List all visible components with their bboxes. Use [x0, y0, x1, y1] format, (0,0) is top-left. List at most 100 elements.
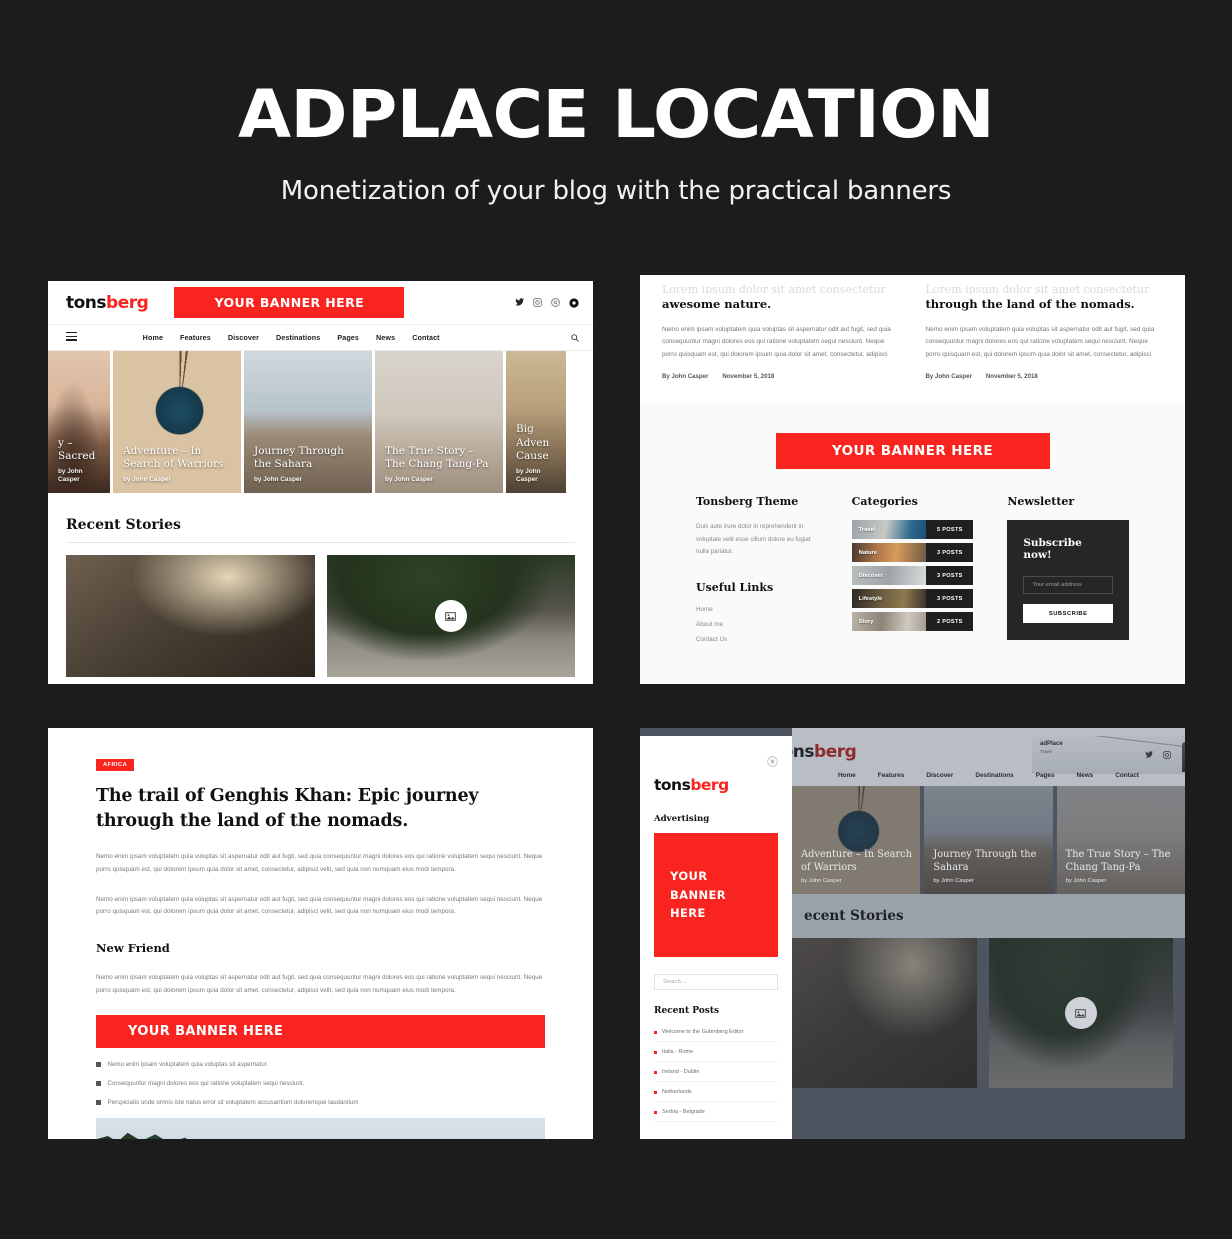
- carousel-slide[interactable]: The True Story – The Chang Tang-Pa by Joh…: [1056, 786, 1185, 894]
- list-item: Perspiciatis unde omnis iste natus error…: [96, 1099, 545, 1106]
- newsletter-email-input[interactable]: Your email address: [1023, 576, 1114, 595]
- category-thumbnail: Travel: [851, 520, 927, 540]
- category-row[interactable]: Story 2 POSTS: [851, 612, 974, 632]
- hamburger-icon[interactable]: [66, 331, 77, 343]
- page-subtitle: Monetization of your blog with the pract…: [280, 176, 952, 206]
- article-subheading: New Friend: [96, 941, 170, 956]
- sidebar-logo[interactable]: tonsberg: [654, 776, 778, 794]
- nav-item-news[interactable]: News: [376, 333, 395, 342]
- article-date: November 5, 2018: [985, 373, 1038, 381]
- category-row[interactable]: Nature 3 POSTS: [851, 543, 974, 563]
- dribbble-icon[interactable]: [551, 298, 560, 307]
- media-image-icon[interactable]: [1064, 997, 1097, 1029]
- story-card[interactable]: [66, 555, 315, 677]
- close-circle-icon[interactable]: [767, 754, 778, 772]
- story-card[interactable]: [792, 938, 977, 1088]
- category-name: Travel: [858, 526, 876, 533]
- nav-item-home[interactable]: Home: [143, 333, 163, 342]
- slide-title: Big Adven Cause: [516, 423, 550, 463]
- bullet-square-icon: [96, 1100, 101, 1105]
- list-item[interactable]: Ireland - Dublin: [654, 1062, 778, 1082]
- adplace-subtitle: Travel: [1040, 749, 1053, 754]
- list-item: Nemo enim ipsam voluptatem quia voluptas…: [96, 1061, 545, 1068]
- nav-item-contact[interactable]: Contact: [412, 333, 439, 342]
- slide-author: by John Casper: [385, 475, 433, 483]
- subscribe-button[interactable]: SUBSCRIBE: [1023, 604, 1114, 624]
- slide-author: by John Casper: [1065, 878, 1107, 885]
- carousel-slide[interactable]: The True Story – The Chang Tang-Pa by Joh…: [375, 351, 503, 493]
- instagram-icon[interactable]: [1163, 746, 1171, 764]
- header-ad-banner[interactable]: YOUR BANNER HERE: [174, 287, 405, 318]
- nav-item-features[interactable]: Features: [180, 333, 211, 342]
- article-title: The trail of Genghis Khan: Epic journey …: [96, 786, 479, 831]
- article-headline[interactable]: awesome nature.: [662, 297, 900, 313]
- nav-item-pages[interactable]: Pages: [337, 333, 359, 342]
- instagram-icon[interactable]: [533, 298, 542, 307]
- story-card[interactable]: [326, 555, 575, 677]
- carousel-slide[interactable]: Journey Through the Sahara by John Casper: [244, 351, 372, 493]
- article-headline[interactable]: through the land of the nomads.: [926, 297, 1164, 313]
- carousel-slide[interactable]: Adventure – In Search of Warriors by John…: [792, 786, 921, 894]
- category-name: Nature: [858, 549, 878, 556]
- site-header: tonsberg YOUR BANNER HERE: [48, 281, 593, 324]
- nav-item-discover[interactable]: Discover: [228, 333, 259, 342]
- sidebar-ad-banner[interactable]: YOUR BANNER HERE: [654, 833, 778, 957]
- footer-link-about[interactable]: About me: [696, 621, 818, 628]
- carousel-slide[interactable]: Big Adven Cause by John Casper: [506, 351, 566, 493]
- nav-item-home[interactable]: Home: [838, 772, 856, 779]
- inline-ad-banner[interactable]: YOUR BANNER HERE: [96, 1015, 545, 1049]
- nav-item-destinations[interactable]: Destinations: [975, 772, 1013, 779]
- list-item[interactable]: Welcome to the Gutenberg Editor: [654, 1022, 778, 1042]
- footer-link-contact[interactable]: Contact Us: [696, 636, 818, 643]
- newsletter-title: Newsletter: [1007, 495, 1075, 509]
- nav-item-destinations[interactable]: Destinations: [276, 333, 320, 342]
- footer-columns: Tonsberg Theme Duis aute irure dolor in …: [640, 469, 1185, 650]
- twitter-icon[interactable]: [1145, 746, 1153, 764]
- article-item: Lorem ipsum dolor sit amet consectetur t…: [926, 283, 1164, 380]
- preview-panel-homepage-header: tonsberg YOUR BANNER HERE Home Features …: [48, 281, 593, 684]
- logo-text-first: tons: [654, 776, 691, 794]
- slide-author: by John Casper: [801, 878, 842, 885]
- recent-stories-grid: [66, 555, 575, 677]
- category-list: Travel 5 POSTS Nature 3 POSTS Discover 3…: [851, 520, 974, 632]
- slide-title: y – Sacred: [58, 436, 96, 463]
- search-icon[interactable]: [571, 329, 579, 347]
- nav-item-features[interactable]: Features: [878, 772, 905, 779]
- category-badge[interactable]: AFRICA: [96, 759, 135, 771]
- site-logo[interactable]: tonsberg: [66, 293, 149, 313]
- twitter-icon[interactable]: [515, 298, 524, 307]
- slide-author: by John Casper: [516, 467, 541, 483]
- nav-item-contact[interactable]: Contact: [1115, 772, 1139, 779]
- footer-about-text: Duis aute irure dolor in reprehenderit i…: [696, 523, 811, 556]
- list-item[interactable]: Serbia - Belgrade: [654, 1102, 778, 1122]
- carousel-slide[interactable]: Journey Through the Sahara by John Casper: [924, 786, 1053, 894]
- nav-item-discover[interactable]: Discover: [926, 772, 953, 779]
- article-excerpt: Nemo enim ipsam voluptatem quia voluptas…: [662, 325, 891, 358]
- list-item[interactable]: Netherlands: [654, 1082, 778, 1102]
- footer-ad-banner[interactable]: YOUR BANNER HERE: [775, 433, 1050, 470]
- category-row[interactable]: Lifestyle 3 POSTS: [851, 589, 974, 609]
- nav-item-news[interactable]: News: [1077, 772, 1094, 779]
- nav-item-pages[interactable]: Pages: [1036, 772, 1055, 779]
- dimmed-recent-stories-grid: [792, 938, 1185, 1088]
- sidebar-content: tonsberg Advertising YOUR BANNER HERE Se…: [640, 736, 792, 1122]
- category-count: 2 POSTS: [926, 612, 974, 632]
- category-row[interactable]: Travel 5 POSTS: [851, 520, 974, 540]
- search-input[interactable]: Search ...: [654, 974, 778, 990]
- media-image-icon[interactable]: [434, 600, 467, 632]
- category-count: 5 POSTS: [926, 520, 974, 540]
- divider: [66, 542, 575, 543]
- advertising-widget-title: Advertising: [654, 814, 710, 824]
- section-title: ecent Stories: [804, 908, 904, 924]
- featured-carousel[interactable]: y – Sacred by John Casper Adventure – In …: [48, 351, 593, 493]
- article-list: Lorem ipsum dolor sit amet consectetur a…: [640, 275, 1185, 381]
- list-item[interactable]: Italia - Rome: [654, 1042, 778, 1062]
- story-card[interactable]: [988, 938, 1173, 1088]
- carousel-slide[interactable]: y – Sacred by John Casper: [48, 351, 110, 493]
- category-row[interactable]: Discover 3 POSTS: [851, 566, 974, 586]
- footer-link-home[interactable]: Home: [696, 606, 818, 613]
- pinterest-icon[interactable]: [569, 297, 579, 308]
- logo-text-second: berg: [690, 776, 729, 794]
- dimmed-carousel: Adventure – In Search of Warriors by John…: [792, 786, 1185, 894]
- carousel-slide[interactable]: Adventure – In Search of Warriors by John…: [113, 351, 241, 493]
